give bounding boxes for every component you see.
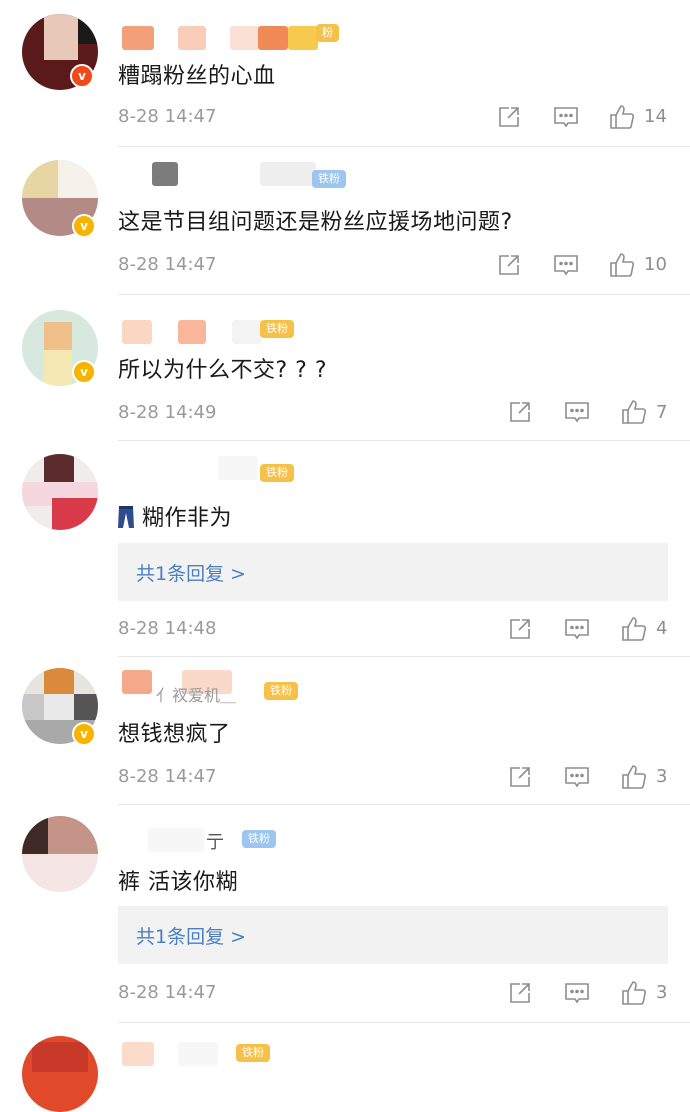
comment-icon[interactable] [553, 253, 579, 277]
comment-text: 裤 活该你糊 [118, 870, 238, 895]
reply-count-link[interactable]: 共1条回复 > [136, 922, 246, 949]
like-count: 14 [644, 106, 667, 127]
verified-badge-icon: v [72, 214, 96, 238]
fan-level-tag: 铁粉 [242, 830, 276, 848]
divider [118, 656, 690, 657]
like-icon[interactable] [608, 251, 636, 279]
username[interactable]: 铁粉 [118, 162, 358, 188]
comment-time: 8-28 14:47 [118, 982, 217, 1003]
comment-time: 8-28 14:48 [118, 618, 217, 639]
username[interactable]: 铁粉 [118, 318, 358, 344]
jeans-emoji-icon [118, 506, 134, 528]
reply-count-link[interactable]: 共1条回复 > [136, 559, 246, 586]
share-icon[interactable] [497, 253, 521, 277]
divider [118, 440, 690, 441]
comment-time: 8-28 14:47 [118, 254, 217, 275]
comment-icon[interactable] [564, 765, 590, 789]
like-icon[interactable] [620, 763, 648, 791]
like-icon[interactable] [608, 103, 636, 131]
reply-summary[interactable]: 共1条回复 > [118, 543, 668, 601]
like-count: 4 [656, 618, 668, 639]
fan-level-tag: 铁粉 [260, 320, 294, 338]
comment-text: 想钱想疯了 [118, 722, 231, 747]
comment-text: 这是节目组问题还是粉丝应援场地问题? [118, 210, 513, 235]
avatar[interactable] [22, 454, 98, 530]
username[interactable]: 铁粉 [118, 456, 358, 482]
comment-text-body: 糊作非为 [142, 506, 233, 531]
share-icon[interactable] [508, 400, 532, 424]
like-icon[interactable] [620, 979, 648, 1007]
divider [118, 804, 690, 805]
avatar[interactable] [22, 1036, 98, 1112]
comment-text: 糊作非为 [118, 500, 232, 532]
share-icon[interactable] [508, 617, 532, 641]
like-icon[interactable] [620, 398, 648, 426]
share-icon[interactable] [508, 765, 532, 789]
verified-badge-icon: v [72, 360, 96, 384]
comment-text: 糟蹋粉丝的心血 [118, 64, 276, 89]
username-fragment: 亻衩爱机＿ [156, 686, 237, 705]
verified-badge-icon: v [70, 64, 94, 88]
comment-time: 8-28 14:47 [118, 766, 217, 787]
verified-badge-icon: v [72, 722, 96, 746]
username[interactable]: 亻衩爱机＿ 铁粉 [118, 668, 358, 705]
comment-time: 8-28 14:47 [118, 106, 217, 127]
fan-level-tag: 铁粉 [260, 464, 294, 482]
comment-time: 8-28 14:49 [118, 402, 217, 423]
username[interactable]: 亍 铁粉 [118, 828, 358, 854]
fan-level-tag: 铁粉 [264, 682, 298, 700]
reply-summary[interactable]: 共1条回复 > [118, 906, 668, 964]
like-count: 7 [656, 402, 668, 423]
fan-level-tag: 铁粉 [236, 1044, 270, 1062]
username[interactable]: 铁粉 [118, 1040, 358, 1066]
share-icon[interactable] [497, 105, 521, 129]
fan-level-tag: 铁粉 [312, 170, 346, 188]
like-icon[interactable] [620, 615, 648, 643]
divider [118, 1022, 690, 1023]
share-icon[interactable] [508, 981, 532, 1005]
username[interactable]: 粉 [118, 24, 358, 50]
username-fragment: 亍 [206, 832, 224, 853]
comment-icon[interactable] [564, 400, 590, 424]
avatar[interactable] [22, 816, 98, 892]
like-count: 3 [656, 766, 668, 787]
comment-icon[interactable] [564, 617, 590, 641]
like-count: 10 [644, 254, 667, 275]
divider [118, 146, 690, 147]
comment-text: 所以为什么不交? ? ? [118, 358, 328, 383]
divider [118, 294, 690, 295]
fan-level-tag: 粉 [316, 24, 339, 42]
comment-icon[interactable] [564, 981, 590, 1005]
like-count: 3 [656, 982, 668, 1003]
comment-icon[interactable] [553, 105, 579, 129]
